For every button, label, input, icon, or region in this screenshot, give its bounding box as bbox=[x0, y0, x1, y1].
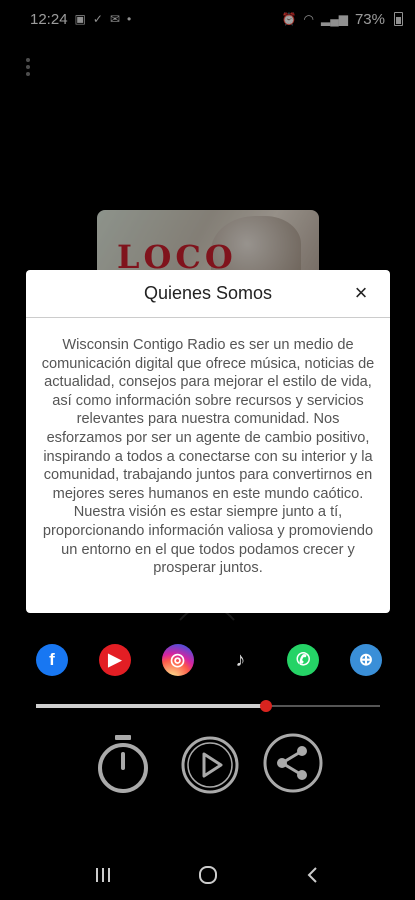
recent-apps-icon[interactable] bbox=[88, 860, 118, 890]
back-icon[interactable] bbox=[298, 860, 328, 890]
tiktok-icon[interactable]: ♪ bbox=[224, 644, 256, 676]
dialog-header: Quienes Somos × bbox=[26, 270, 390, 318]
player-controls bbox=[92, 732, 328, 796]
globe-icon[interactable]: ⊕ bbox=[349, 644, 382, 676]
whatsapp-icon[interactable]: ✆ bbox=[287, 644, 320, 676]
timer-icon[interactable] bbox=[92, 732, 154, 794]
facebook-icon[interactable]: f bbox=[36, 644, 68, 676]
social-links: f ▶ ◎ ♪ ✆ ⊕ bbox=[36, 643, 382, 677]
dialog-title: Quienes Somos bbox=[143, 283, 273, 303]
close-icon[interactable]: × bbox=[350, 280, 372, 305]
instagram-icon[interactable]: ◎ bbox=[161, 644, 194, 676]
youtube-icon[interactable]: ▶ bbox=[98, 644, 131, 676]
slider-fill bbox=[36, 704, 267, 708]
volume-slider[interactable] bbox=[36, 700, 380, 712]
system-nav-bar bbox=[0, 850, 415, 900]
share-icon[interactable] bbox=[262, 732, 324, 794]
home-icon[interactable] bbox=[193, 860, 223, 890]
about-dialog: Quienes Somos × Wisconsin Contigo Radio … bbox=[26, 270, 390, 613]
play-button[interactable] bbox=[179, 734, 241, 796]
dialog-body-text: Wisconsin Contigo Radio es ser un medio … bbox=[41, 337, 375, 577]
